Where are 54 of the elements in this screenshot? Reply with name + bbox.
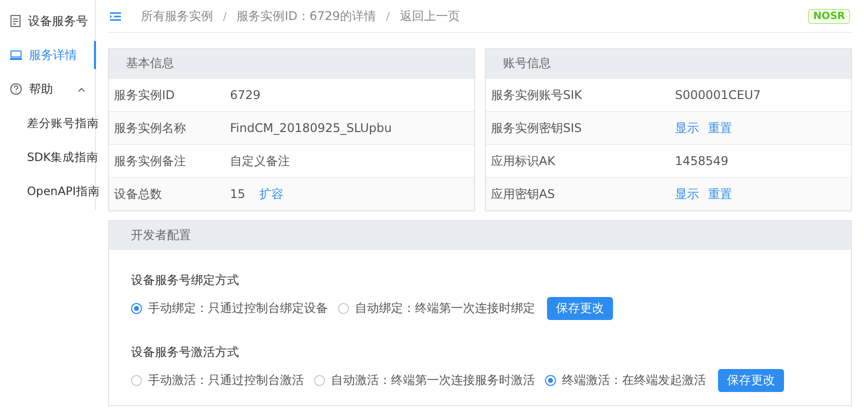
action-link[interactable]: 重置 — [708, 120, 732, 136]
field-label: 服务实例备注 — [114, 152, 187, 170]
breadcrumb-link[interactable]: 服务实例ID：6729的详情 — [236, 8, 376, 24]
breadcrumb-link[interactable]: 返回上一页 — [400, 8, 460, 24]
field-value: 1458549 — [675, 154, 728, 168]
field-label: 设备总数 — [114, 186, 163, 202]
panel-title: 开发者配置 — [109, 221, 851, 250]
sidebar-item[interactable]: 服务详情 — [0, 38, 95, 72]
radio-option[interactable]: 自动绑定：终端第一次连接时绑定 — [338, 300, 535, 317]
sidebar-subitem[interactable]: SDK集成指南 — [0, 140, 95, 174]
radio-option[interactable]: 手动激活：只通过控制台激活 — [131, 372, 304, 389]
breadcrumb-separator: / — [222, 10, 228, 22]
field-label: 服务实例名称 — [114, 120, 187, 136]
group-title: 设备服务号激活方式 — [131, 344, 240, 361]
caret-icon[interactable] — [78, 86, 85, 92]
radio-button[interactable] — [131, 303, 142, 314]
save-button[interactable]: 保存更改 — [547, 297, 613, 320]
sidebar-label: 服务详情 — [29, 46, 77, 64]
field-label: 服务实例密钥SIS — [491, 120, 583, 136]
sidebar-item[interactable]: 设备服务号 — [0, 4, 95, 38]
document-icon — [10, 15, 21, 27]
radio-option[interactable]: 手动绑定：只通过控制台绑定设备 — [131, 300, 328, 317]
panel-title: 基本信息 — [109, 49, 474, 78]
tag-badge: NOSR — [808, 8, 850, 24]
sidebar-label: 帮助 — [29, 80, 53, 98]
breadcrumb-separator: / — [385, 10, 391, 22]
radio-option[interactable]: 自动激活：终端第一次连接服务时激活 — [314, 372, 535, 389]
panel-title: 账号信息 — [486, 49, 851, 78]
action-link[interactable]: 重置 — [708, 186, 732, 202]
menu-icon[interactable] — [110, 12, 121, 20]
field-label: 服务实例ID — [114, 86, 176, 104]
field-value: 15 — [230, 187, 246, 201]
field-value: 6729 — [230, 88, 261, 102]
field-value: FindCM_20180925_SLUpbu — [230, 121, 392, 135]
action-link[interactable]: 显示 — [675, 120, 699, 136]
action-link[interactable]: 显示 — [675, 186, 699, 202]
radio-button[interactable] — [545, 375, 556, 386]
radio-button[interactable] — [314, 375, 325, 386]
group-title: 设备服务号绑定方式 — [131, 272, 240, 289]
save-button[interactable]: 保存更改 — [718, 369, 784, 392]
field-value: S000001CEU7 — [675, 88, 761, 102]
radio-option[interactable]: 终端激活：在终端发起激活 — [545, 372, 706, 389]
action-link[interactable]: 扩容 — [259, 186, 284, 202]
radio-button[interactable] — [131, 375, 142, 386]
monitor-icon — [10, 50, 22, 60]
field-label: 服务实例账号SIK — [491, 86, 584, 104]
help-icon — [10, 83, 22, 95]
sidebar-item[interactable]: 帮助 — [0, 72, 95, 106]
breadcrumb-link[interactable]: 所有服务实例 — [141, 8, 213, 24]
field-label: 应用密钥AS — [491, 186, 556, 202]
radio-button[interactable] — [338, 303, 349, 314]
field-label: 应用标识AK — [491, 152, 556, 170]
field-value: 自定义备注 — [230, 152, 290, 170]
sidebar-label: 设备服务号 — [28, 12, 88, 30]
